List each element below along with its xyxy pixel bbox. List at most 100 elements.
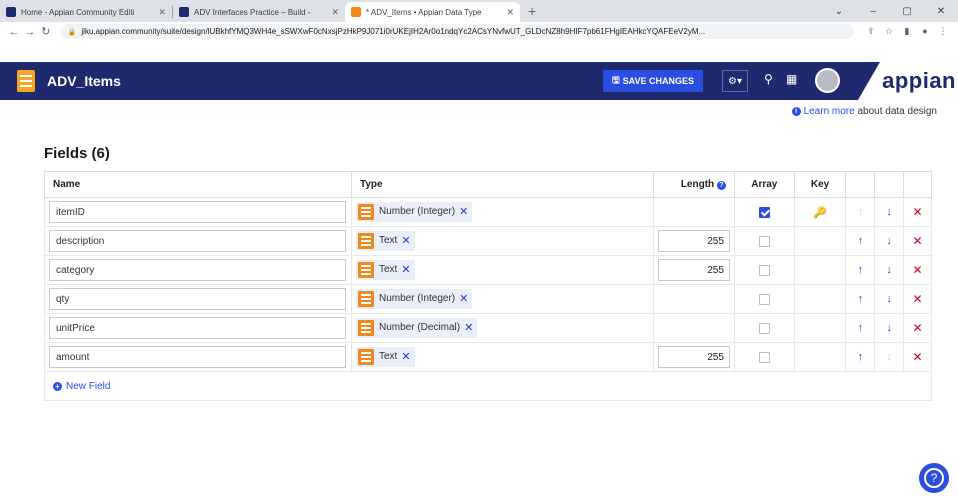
type-chip[interactable]: Text ✕ — [355, 346, 415, 367]
move-down-icon[interactable]: ↓ — [879, 322, 899, 334]
close-tab-icon[interactable]: ✕ — [331, 7, 339, 18]
length-value: 255 — [707, 235, 724, 247]
settings-menu-button[interactable]: ⚙▾ — [722, 70, 748, 92]
save-changes-button[interactable]: 🖫 SAVE CHANGES — [603, 70, 703, 92]
field-name-input[interactable]: description — [49, 230, 346, 252]
field-name-input[interactable]: itemID — [49, 201, 346, 223]
data-type-favicon-icon — [351, 7, 361, 17]
array-checkbox[interactable] — [758, 351, 770, 363]
delete-field-icon[interactable]: ✕ — [908, 292, 927, 306]
delete-field-icon[interactable]: ✕ — [908, 234, 927, 248]
move-up-icon[interactable]: ↑ — [850, 322, 870, 334]
tab-title: * ADV_Items • Appian Data Type — [366, 7, 482, 17]
delete-field-icon[interactable]: ✕ — [908, 321, 927, 335]
length-input[interactable]: 255 — [657, 230, 730, 252]
field-name-value: description — [56, 235, 105, 247]
type-cell: Number (Decimal) ✕ — [350, 313, 654, 343]
remove-type-icon[interactable]: ✕ — [401, 350, 410, 363]
browser-tab-0[interactable]: Home - Appian Community Editi ✕ — [0, 2, 172, 22]
type-chip[interactable]: Number (Integer) ✕ — [355, 201, 473, 222]
field-name-input[interactable]: unitPrice — [49, 317, 346, 339]
share-icon[interactable]: ⇪ — [862, 26, 880, 37]
length-cell: 255 — [652, 255, 735, 285]
type-label: Text — [378, 351, 398, 362]
array-checkbox[interactable] — [758, 264, 770, 276]
field-name-input[interactable]: category — [49, 259, 346, 281]
data-type-icon — [357, 319, 374, 336]
array-checkbox[interactable] — [758, 322, 770, 334]
side-panel-icon[interactable]: ▮ — [898, 26, 916, 37]
remove-type-icon[interactable]: ✕ — [464, 321, 473, 334]
array-checkbox[interactable] — [758, 206, 770, 218]
length-cell — [652, 284, 735, 314]
field-name-input[interactable]: qty — [49, 288, 346, 310]
delete-field-icon[interactable]: ✕ — [908, 205, 927, 219]
move-up-icon[interactable]: ↑ — [850, 293, 870, 305]
length-input[interactable]: 255 — [657, 346, 730, 368]
remove-type-icon[interactable]: ✕ — [401, 263, 410, 276]
name-cell: amount — [44, 342, 352, 372]
type-chip[interactable]: Number (Integer) ✕ — [355, 288, 473, 309]
table-row: category Text ✕ 255 ↑ ↓ ✕ — [44, 255, 932, 285]
move-up-icon[interactable]: ↑ — [850, 206, 870, 218]
bookmark-star-icon[interactable]: ☆ — [880, 26, 898, 37]
array-cell — [733, 197, 795, 227]
new-field-link[interactable]: + New Field — [49, 381, 927, 392]
key-icon[interactable]: 🔑 — [799, 206, 842, 219]
remove-type-icon[interactable]: ✕ — [459, 292, 468, 305]
browser-tab-2[interactable]: * ADV_Items • Appian Data Type ✕ — [345, 2, 520, 22]
new-tab-button[interactable]: + — [528, 2, 536, 20]
move-up-cell: ↑ — [845, 284, 876, 314]
delete-cell: ✕ — [903, 255, 932, 285]
help-button[interactable]: ? — [917, 461, 951, 495]
type-chip[interactable]: Text ✕ — [355, 230, 415, 251]
move-down-icon[interactable]: ↓ — [879, 351, 899, 363]
back-icon[interactable]: ← — [6, 26, 22, 38]
profile-icon[interactable]: ● — [916, 26, 934, 37]
key-cell — [793, 284, 847, 314]
minimize-icon[interactable]: – — [856, 6, 890, 17]
restore-icon[interactable]: ▢ — [890, 6, 924, 17]
key-cell — [793, 342, 847, 372]
array-cell — [733, 226, 795, 256]
move-down-icon[interactable]: ↓ — [879, 235, 899, 247]
remove-type-icon[interactable]: ✕ — [401, 234, 410, 247]
array-checkbox[interactable] — [758, 293, 770, 305]
close-tab-icon[interactable]: ✕ — [506, 7, 514, 18]
field-name-input[interactable]: amount — [49, 346, 346, 368]
data-type-icon — [357, 290, 374, 307]
forward-icon[interactable]: → — [22, 26, 38, 38]
browser-tab-1[interactable]: ADV Interfaces Practice – Build - ✕ — [173, 2, 345, 22]
move-up-icon[interactable]: ↑ — [850, 351, 870, 363]
reload-icon[interactable]: ↻ — [38, 25, 54, 38]
avatar[interactable] — [815, 68, 840, 93]
browser-toolbar: ← → ↻ 🔒 jlku.appian.community/suite/desi… — [0, 22, 958, 41]
move-down-icon[interactable]: ↓ — [879, 293, 899, 305]
tab-search-icon[interactable]: ⌄ — [822, 6, 856, 17]
app-grid-icon[interactable]: ▦ — [786, 72, 797, 86]
address-bar[interactable]: 🔒 jlku.appian.community/suite/design/lUB… — [59, 24, 855, 39]
search-objects-icon[interactable]: ⚲ — [764, 72, 773, 86]
move-up-icon[interactable]: ↑ — [850, 264, 870, 276]
type-chip[interactable]: Text ✕ — [355, 259, 415, 280]
move-down-cell: ↓ — [874, 313, 905, 343]
close-tab-icon[interactable]: ✕ — [158, 7, 166, 18]
close-window-icon[interactable]: ✕ — [924, 6, 958, 17]
move-down-icon[interactable]: ↓ — [879, 206, 899, 218]
table-row: qty Number (Integer) ✕ ↑ ↓ ✕ — [44, 284, 932, 314]
help-icon[interactable]: ? — [716, 181, 726, 190]
learn-more-link[interactable]: Learn more — [804, 106, 855, 117]
length-input[interactable]: 255 — [657, 259, 730, 281]
type-chip[interactable]: Number (Decimal) ✕ — [355, 317, 478, 338]
move-up-icon[interactable]: ↑ — [850, 235, 870, 247]
key-column-header: Key — [793, 171, 847, 198]
delete-field-icon[interactable]: ✕ — [908, 263, 927, 277]
more-menu-icon[interactable]: ⋮ — [934, 26, 952, 37]
fields-heading: Fields (6) — [44, 145, 110, 162]
remove-type-icon[interactable]: ✕ — [459, 205, 468, 218]
array-cell — [733, 342, 795, 372]
array-checkbox[interactable] — [758, 235, 770, 247]
array-cell — [733, 313, 795, 343]
move-down-icon[interactable]: ↓ — [879, 264, 899, 276]
delete-field-icon[interactable]: ✕ — [908, 350, 927, 364]
